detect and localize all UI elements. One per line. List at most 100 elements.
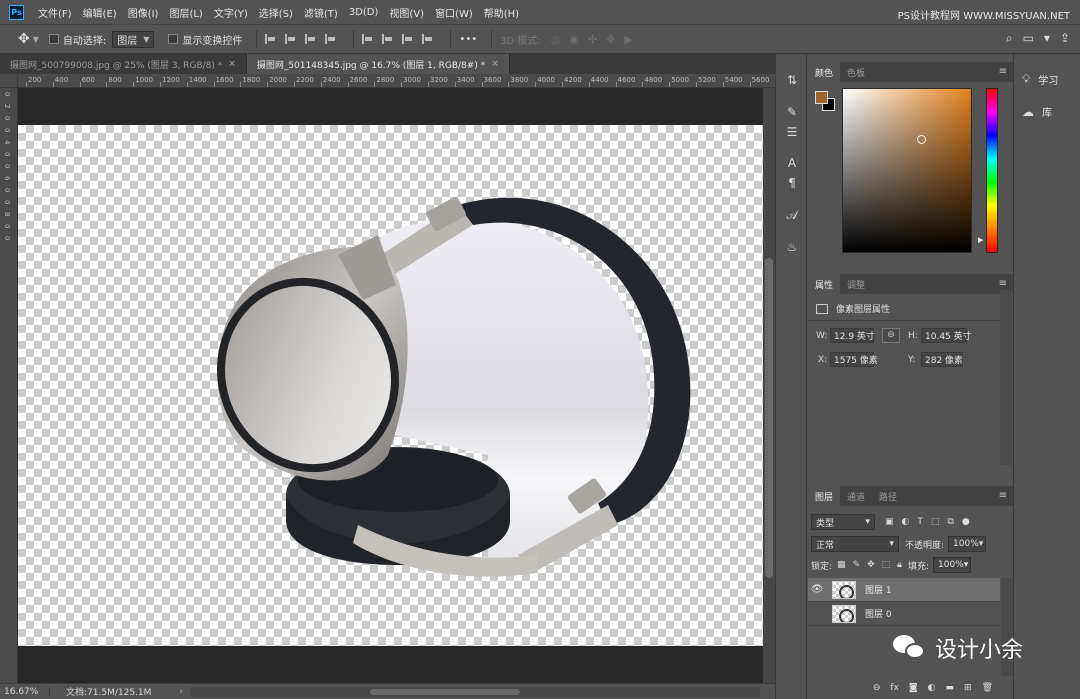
width-field[interactable]: 12.9 英寸: [830, 328, 875, 343]
learn-button[interactable]: 💡︎ 学习: [1022, 72, 1058, 87]
lock-image-icon[interactable]: ✎: [853, 560, 861, 570]
search-icon[interactable]: ⌕: [1006, 31, 1013, 46]
link-dimensions-icon[interactable]: ⊖: [882, 328, 900, 343]
tab-document-2[interactable]: 摄图网_501148345.jpg @ 16.7% (图层 1, RGB/8#)…: [246, 54, 510, 74]
menu-view[interactable]: 视图(V): [389, 5, 424, 20]
fill-field[interactable]: 100% ▾: [933, 557, 972, 573]
layer-row[interactable]: 👁︎ 图层 1: [808, 578, 1000, 602]
layer-row[interactable]: 图层 0: [808, 602, 1000, 626]
menu-help[interactable]: 帮助(H): [484, 5, 519, 20]
auto-select-dropdown[interactable]: 图层 ▼: [112, 30, 155, 48]
blend-mode-dropdown[interactable]: 正常 ▾: [811, 536, 899, 552]
zoom-level[interactable]: 16.67%: [0, 686, 50, 697]
vertical-scrollbar[interactable]: [763, 88, 775, 683]
3d-orbit-icon[interactable]: ◎: [551, 33, 561, 46]
color-picker-field[interactable]: [842, 88, 972, 253]
chevron-down-icon[interactable]: ▼: [33, 35, 39, 44]
horizontal-ruler[interactable]: 200 400 600 800 1000 1200 1400 1600 1800 2000 2200…: [18, 74, 775, 88]
scroll-thumb[interactable]: [370, 689, 520, 695]
filter-pixel-icon[interactable]: ▣: [885, 517, 894, 527]
new-layer-icon[interactable]: ⊞: [964, 683, 972, 693]
hue-slider-handle[interactable]: ▶: [978, 236, 983, 244]
distribute-middle-icon[interactable]: [382, 34, 393, 44]
x-field[interactable]: 1575 像素: [830, 352, 878, 367]
vertical-ruler[interactable]: 0 2 0 0 4 0 0 6 0 0 8 0 0: [0, 88, 18, 683]
menu-select[interactable]: 选择(S): [259, 5, 293, 20]
menu-3d[interactable]: 3D(D): [349, 7, 379, 18]
height-field[interactable]: 10.45 英寸: [921, 328, 972, 343]
lock-artboard-icon[interactable]: ⬚: [882, 560, 891, 570]
brush-icon[interactable]: ✎: [784, 104, 800, 120]
show-transform-checkbox[interactable]: [168, 34, 179, 44]
menu-image[interactable]: 图像(I): [128, 5, 159, 20]
align-top-icon[interactable]: [325, 34, 336, 44]
delete-layer-icon[interactable]: 🗑︎: [982, 683, 993, 693]
adjustment-layer-icon[interactable]: ◐: [928, 683, 936, 693]
tab-swatches[interactable]: 色板: [840, 62, 872, 82]
tab-color[interactable]: 颜色: [808, 62, 841, 82]
character-icon[interactable]: A: [784, 155, 800, 171]
layer-filter-dropdown[interactable]: 类型 ▾: [811, 514, 875, 530]
auto-select-checkbox[interactable]: [48, 34, 59, 44]
new-group-icon[interactable]: ▬: [946, 683, 955, 693]
eye-icon[interactable]: 👁︎: [808, 584, 826, 595]
align-left-icon[interactable]: [265, 34, 276, 44]
filter-toggle-icon[interactable]: ●: [962, 517, 970, 527]
foreground-color-swatch[interactable]: [815, 91, 828, 104]
panel-menu-icon[interactable]: ≡: [999, 66, 1007, 77]
share-icon[interactable]: ⇪: [1060, 31, 1070, 46]
history-icon[interactable]: ⇅: [784, 72, 800, 88]
photoshop-logo-icon[interactable]: Ps: [9, 4, 24, 20]
3d-roll-icon[interactable]: ◉: [569, 33, 579, 46]
filter-adjustment-icon[interactable]: ◐: [902, 517, 910, 527]
lock-position-icon[interactable]: ✥: [867, 560, 875, 570]
layer-style-icon[interactable]: fx: [890, 683, 899, 693]
y-field[interactable]: 282 像素: [921, 352, 963, 367]
menu-filter[interactable]: 滤镜(T): [304, 5, 338, 20]
3d-camera-icon[interactable]: ▶: [624, 33, 632, 46]
adjust-sliders-icon[interactable]: ☰: [784, 124, 800, 140]
hue-slider[interactable]: [986, 88, 998, 253]
lock-all-icon[interactable]: 🔒︎: [897, 560, 902, 570]
menu-type[interactable]: 文字(Y): [214, 5, 248, 20]
panel-menu-icon[interactable]: ≡: [999, 278, 1007, 289]
align-right-icon[interactable]: [305, 34, 316, 44]
scroll-thumb[interactable]: [765, 258, 773, 578]
workspace-icon[interactable]: ▭: [1023, 31, 1034, 46]
3d-pan-icon[interactable]: ✣: [588, 33, 597, 46]
glyphs-icon[interactable]: 𝒜: [784, 207, 800, 223]
properties-scrollbar[interactable]: [1000, 290, 1012, 465]
distribute-horizontal-icon[interactable]: [422, 34, 433, 44]
tab-layers[interactable]: 图层: [808, 486, 841, 506]
opacity-field[interactable]: 100% ▾: [948, 536, 987, 552]
close-icon[interactable]: ×: [491, 59, 499, 69]
3d-slide-icon[interactable]: ✥: [606, 33, 615, 46]
actions-icon[interactable]: ♨: [784, 239, 800, 255]
menu-layer[interactable]: 图层(L): [169, 5, 202, 20]
tab-adjustments[interactable]: 调整: [840, 274, 872, 294]
ruler-corner[interactable]: [0, 74, 18, 88]
lock-transparent-icon[interactable]: ▦: [837, 560, 846, 570]
color-picker-cursor[interactable]: [917, 135, 926, 144]
menu-edit[interactable]: 编辑(E): [83, 5, 117, 20]
align-center-icon[interactable]: [285, 34, 296, 44]
document-canvas[interactable]: [18, 125, 763, 646]
distribute-top-icon[interactable]: [362, 34, 373, 44]
filter-type-icon[interactable]: T: [917, 517, 923, 527]
library-button[interactable]: ☁︎ 库: [1022, 104, 1052, 120]
tab-channels[interactable]: 通道: [840, 486, 872, 506]
more-options-button[interactable]: •••: [459, 34, 477, 45]
status-menu-icon[interactable]: ›: [179, 687, 183, 697]
tab-properties[interactable]: 属性: [808, 274, 841, 294]
move-tool-icon[interactable]: ✥: [18, 31, 30, 47]
close-icon[interactable]: ×: [228, 59, 236, 69]
tab-document-1[interactable]: 摄图网_500799008.jpg @ 25% (图层 3, RGB/8) * …: [0, 54, 247, 74]
menu-window[interactable]: 窗口(W): [435, 5, 473, 20]
menu-file[interactable]: 文件(F): [38, 5, 72, 20]
filter-shape-icon[interactable]: ⬚: [931, 517, 940, 527]
add-mask-icon[interactable]: ◙: [909, 683, 918, 693]
link-layers-icon[interactable]: ⊖: [873, 683, 881, 693]
tab-paths[interactable]: 路径: [872, 486, 904, 506]
horizontal-scrollbar[interactable]: [190, 687, 760, 697]
distribute-bottom-icon[interactable]: [402, 34, 413, 44]
